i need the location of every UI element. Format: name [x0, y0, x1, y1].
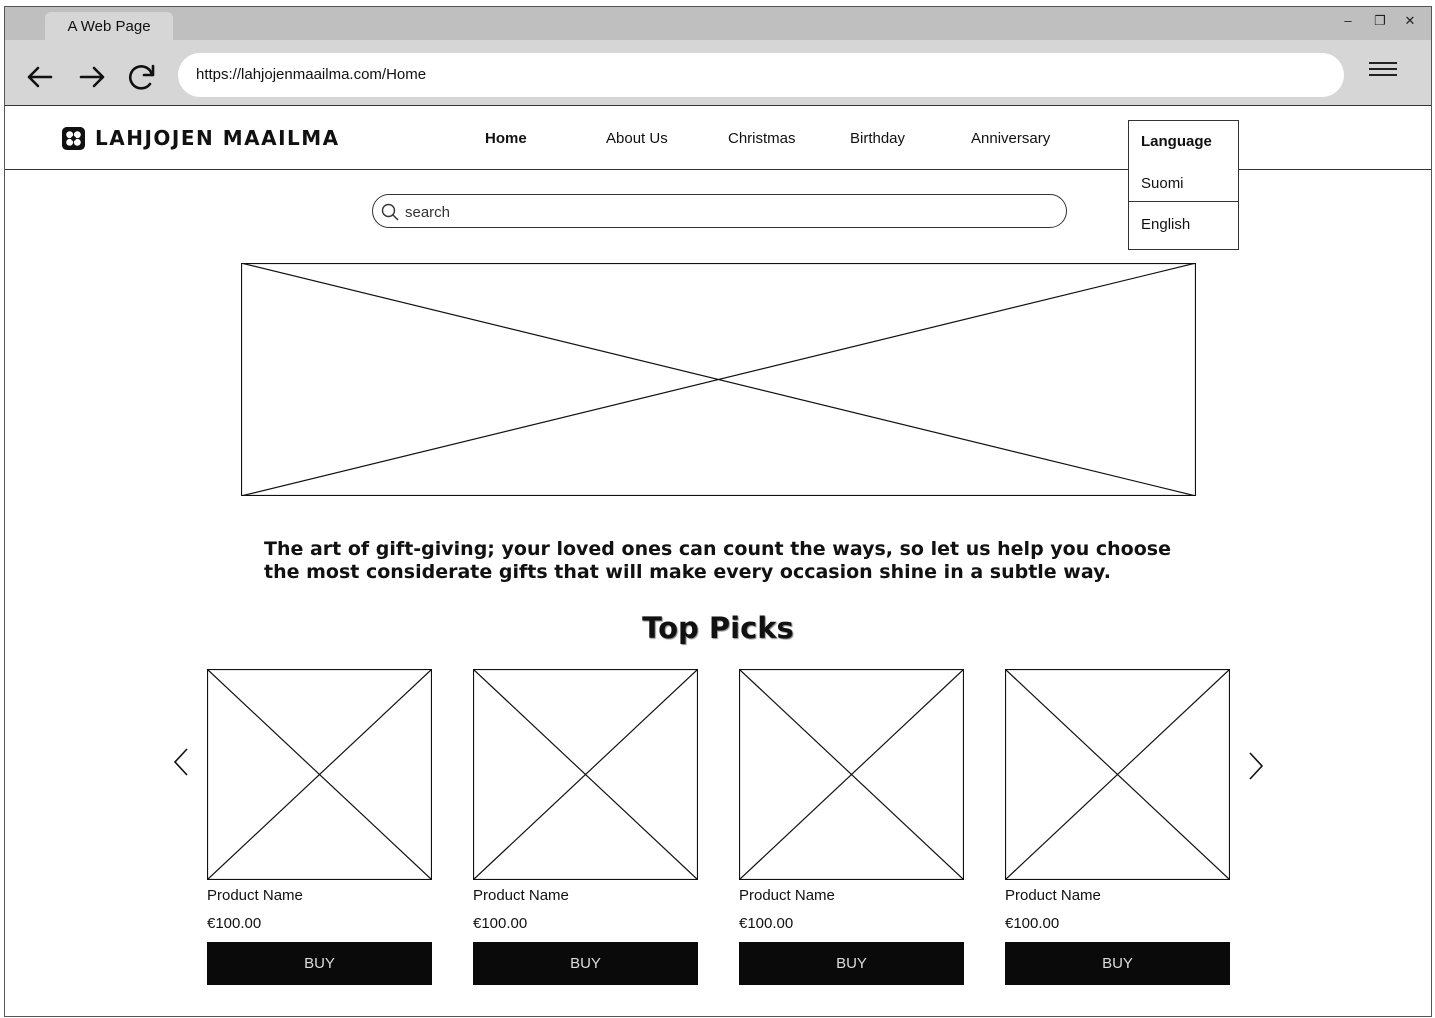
chevron-left-icon[interactable] — [170, 747, 194, 781]
product-card: Product Name €100.00 BUY — [1005, 669, 1230, 985]
product-image-placeholder[interactable] — [207, 669, 432, 880]
minimize-button[interactable]: – — [1338, 13, 1358, 28]
top-picks-title: Top Picks — [642, 611, 794, 645]
buy-button[interactable]: BUY — [739, 942, 964, 985]
product-name[interactable]: Product Name — [739, 887, 835, 904]
chevron-right-icon[interactable] — [1243, 751, 1267, 785]
product-image-placeholder[interactable] — [473, 669, 698, 880]
language-dropdown: Language Suomi English — [1128, 120, 1239, 250]
search-icon — [381, 203, 399, 221]
browser-toolbar: https://lahjojenmaailma.com/Home — [5, 40, 1431, 105]
browser-window: A Web Page – ❐ ✕ https://lahjojenmaailma… — [4, 6, 1432, 1017]
search-bar — [372, 194, 1067, 228]
site-header: LAHJOJEN MAAILMA Home About Us Christmas… — [5, 106, 1431, 250]
product-card: Product Name €100.00 BUY — [473, 669, 698, 985]
buy-button[interactable]: BUY — [207, 942, 432, 985]
buy-button[interactable]: BUY — [473, 942, 698, 985]
address-bar[interactable]: https://lahjojenmaailma.com/Home — [178, 53, 1344, 97]
close-window-button[interactable]: ✕ — [1400, 13, 1420, 29]
restore-button[interactable]: ❐ — [1370, 13, 1390, 29]
product-image-placeholder[interactable] — [739, 669, 964, 880]
browser-tab[interactable]: A Web Page — [45, 12, 173, 40]
product-name[interactable]: Product Name — [1005, 887, 1101, 904]
tab-strip: A Web Page – ❐ ✕ — [5, 7, 1431, 40]
product-image-placeholder[interactable] — [1005, 669, 1230, 880]
product-name[interactable]: Product Name — [473, 887, 569, 904]
hamburger-menu-icon[interactable] — [1369, 62, 1397, 82]
product-price: €100.00 — [207, 915, 262, 932]
language-option-english[interactable]: English — [1141, 216, 1190, 233]
product-price: €100.00 — [1005, 915, 1060, 932]
nav-anniversary[interactable]: Anniversary — [971, 130, 1050, 147]
product-price: €100.00 — [473, 915, 528, 932]
product-card: Product Name €100.00 BUY — [207, 669, 432, 985]
nav-christmas[interactable]: Christmas — [728, 130, 796, 147]
nav-about-us[interactable]: About Us — [606, 130, 668, 147]
url-text: https://lahjojenmaailma.com/Home — [196, 66, 427, 83]
product-name[interactable]: Product Name — [207, 887, 303, 904]
search-input[interactable] — [403, 200, 1047, 224]
back-arrow-icon[interactable] — [23, 60, 57, 94]
flower-logo-icon — [62, 126, 85, 150]
site-logo[interactable]: LAHJOJEN MAAILMA — [62, 125, 340, 151]
product-card: Product Name €100.00 BUY — [739, 669, 964, 985]
language-dropdown-title[interactable]: Language — [1141, 133, 1212, 150]
nav-home[interactable]: Home — [485, 130, 527, 147]
web-page: LAHJOJEN MAAILMA Home About Us Christmas… — [5, 106, 1431, 1016]
language-divider — [1129, 201, 1238, 202]
language-option-suomi[interactable]: Suomi — [1141, 175, 1184, 192]
browser-chrome: A Web Page – ❐ ✕ https://lahjojenmaailma… — [5, 7, 1431, 106]
nav-birthday[interactable]: Birthday — [850, 130, 905, 147]
hero-image-placeholder — [241, 263, 1196, 496]
reload-icon[interactable] — [125, 60, 159, 94]
tagline-text: The art of gift-giving; your loved ones … — [264, 538, 1171, 583]
product-price: €100.00 — [739, 915, 794, 932]
forward-arrow-icon[interactable] — [75, 60, 109, 94]
buy-button[interactable]: BUY — [1005, 942, 1230, 985]
brand-name: LAHJOJEN MAAILMA — [95, 126, 340, 150]
